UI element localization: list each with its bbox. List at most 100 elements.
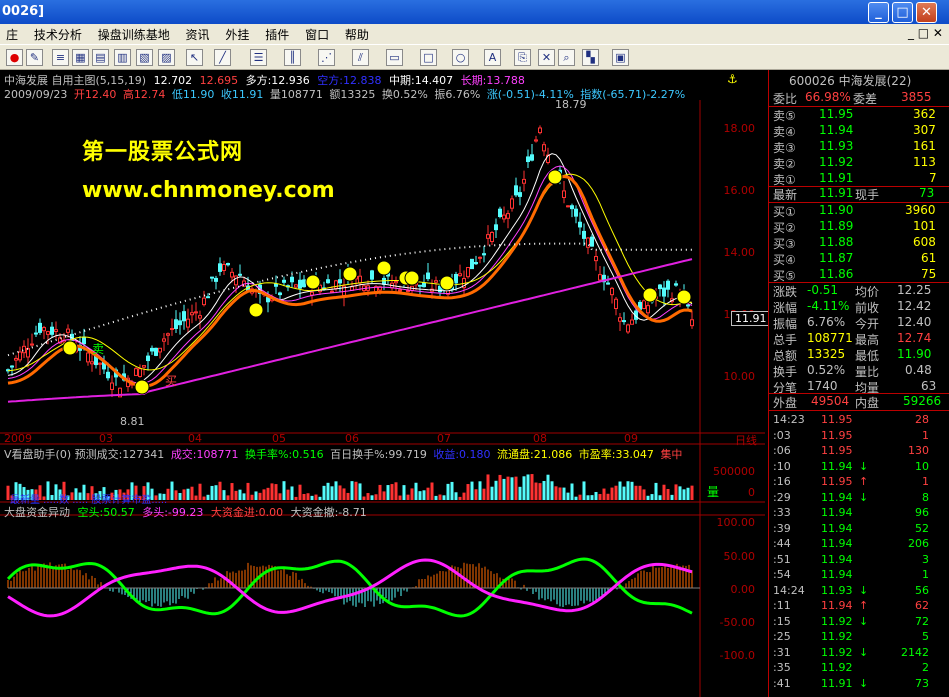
menu-item-plugin-ext[interactable]: 外挂: [219, 24, 255, 43]
tools-icon[interactable]: ✎: [26, 49, 43, 66]
menu-item-plugins[interactable]: 插件: [259, 24, 295, 43]
time-axis: 2009 03 04 05 06 07 08 09 日线: [0, 432, 765, 447]
tick-price: 11.92: [821, 614, 853, 628]
smiley-marker: [547, 169, 563, 185]
chart-icon[interactable]: ▧: [136, 49, 153, 66]
volume-bar: [482, 488, 486, 500]
vlines-icon[interactable]: ║: [284, 49, 301, 66]
candle-body: [534, 139, 538, 142]
stock-title: 600026 中海发展(22): [771, 72, 937, 88]
volume-bar: [598, 494, 602, 500]
tick-volume: 1: [922, 428, 929, 442]
cursor-icon[interactable]: ↖: [186, 49, 203, 66]
minimize-button[interactable]: _: [868, 2, 889, 23]
stat-value: 0.52%: [807, 363, 846, 377]
candle-body: [218, 263, 222, 272]
menu-item-analysis[interactable]: 技术分析: [28, 24, 88, 43]
tick-volume: 72: [915, 614, 929, 628]
volume-bar: [522, 476, 526, 500]
candle-body: [666, 280, 670, 290]
table2-icon[interactable]: ▥: [114, 49, 131, 66]
volume-bar: [310, 495, 314, 500]
candle-body: [398, 289, 402, 292]
menu-item-help[interactable]: 帮助: [339, 24, 375, 43]
stat-label-2: 前收: [855, 301, 880, 315]
stat-value: -4.11%: [807, 299, 850, 313]
tick-volume: 206: [908, 537, 929, 550]
delete-icon[interactable]: ✕: [538, 49, 555, 66]
ellipse-icon[interactable]: ○: [452, 49, 469, 66]
menu-item-training[interactable]: 操盘训练基地: [92, 24, 176, 43]
alarm-icon[interactable]: ●: [6, 49, 23, 66]
tick-time: :03: [773, 428, 791, 442]
rect-icon[interactable]: ▭: [386, 49, 403, 66]
candle-body: [106, 371, 110, 379]
fan-icon[interactable]: ⋰: [318, 49, 335, 66]
table-icon[interactable]: ▤: [92, 49, 109, 66]
buy-level-volume: 608: [913, 235, 936, 249]
close-button[interactable]: ✕: [916, 2, 937, 23]
volume-bar: [666, 489, 670, 500]
save-icon[interactable]: ▣: [612, 49, 629, 66]
vol-float: 流通盘:21.086: [497, 448, 573, 461]
volume-bar: [554, 486, 558, 500]
candle-body: [238, 273, 242, 276]
lines-icon[interactable]: ☰: [250, 49, 267, 66]
ma-long-dotted: [7, 242, 692, 357]
maximize-button[interactable]: □: [892, 2, 913, 23]
volume-bar: [222, 490, 226, 500]
tick-volume: 5: [922, 630, 929, 643]
stat-value: 1740: [807, 379, 838, 393]
candle-body: [486, 234, 490, 239]
volume-bar: [346, 492, 350, 500]
parallel-icon[interactable]: ⫽: [352, 49, 369, 66]
tick-volume: 96: [915, 506, 929, 519]
candle-body: [526, 156, 530, 163]
volume-bar: [358, 483, 362, 500]
tick-volume: 8: [922, 490, 929, 504]
volume-bar: [638, 485, 642, 500]
mdi-window-controls[interactable]: _ □ ✕: [908, 26, 943, 40]
latest-row: 最新 11.91 现手 73: [771, 186, 937, 202]
menu-item-zhuang[interactable]: 庄: [0, 24, 24, 43]
candle-body: [182, 311, 186, 322]
fund-in: 大资金进:0.00: [210, 506, 284, 519]
volume-bar: [494, 480, 498, 500]
fund-long: 多头:-99.23: [142, 506, 204, 519]
candle-body: [206, 296, 210, 299]
time-axis-period[interactable]: 日线: [735, 432, 757, 448]
volume-bar: [430, 482, 434, 500]
list-icon[interactable]: ≡: [52, 49, 69, 66]
tick-arrow: ↓: [859, 645, 869, 659]
outer-value: 49504: [811, 394, 850, 408]
rect2-icon[interactable]: □: [420, 49, 437, 66]
tick-arrow: ↓: [859, 614, 869, 628]
candle-body: [34, 332, 38, 335]
candle-body: [170, 328, 174, 331]
stat-label: 涨跌: [773, 285, 798, 299]
find-icon[interactable]: ⌕: [558, 49, 575, 66]
volume-bar: [218, 481, 222, 500]
text-icon[interactable]: A: [484, 49, 501, 66]
tick-time: 14:23: [773, 413, 805, 426]
buy-level-label: 买③: [773, 237, 796, 251]
candle-body: [562, 190, 566, 198]
stock-code-name: 600026 中海发展(22): [789, 74, 912, 88]
tick-row: :15 11.92 ↓ 72: [769, 615, 949, 630]
outer-label: 外盘: [773, 396, 798, 410]
copy-icon[interactable]: ⎘: [514, 49, 531, 66]
time-tick-2009: 2009: [4, 432, 32, 445]
grid-icon[interactable]: ▦: [72, 49, 89, 66]
fund-out: 大资金撤:-8.71: [290, 506, 367, 519]
menu-item-news[interactable]: 资讯: [180, 24, 216, 43]
stat-value-2: 11.90: [897, 347, 932, 361]
tick-row: :33 11.94 96: [769, 506, 949, 521]
volume-bar: [366, 493, 370, 500]
vol-turnover: 换手率%:0.516: [245, 448, 324, 461]
buy-level-price: 11.89: [819, 219, 854, 233]
candles-icon[interactable]: ▨: [158, 49, 175, 66]
draw-line-icon[interactable]: ╱: [214, 49, 231, 66]
menu-item-window[interactable]: 窗口: [299, 24, 335, 43]
palette-icon[interactable]: ▚: [582, 49, 599, 66]
tick-arrow: ↓: [859, 459, 869, 473]
